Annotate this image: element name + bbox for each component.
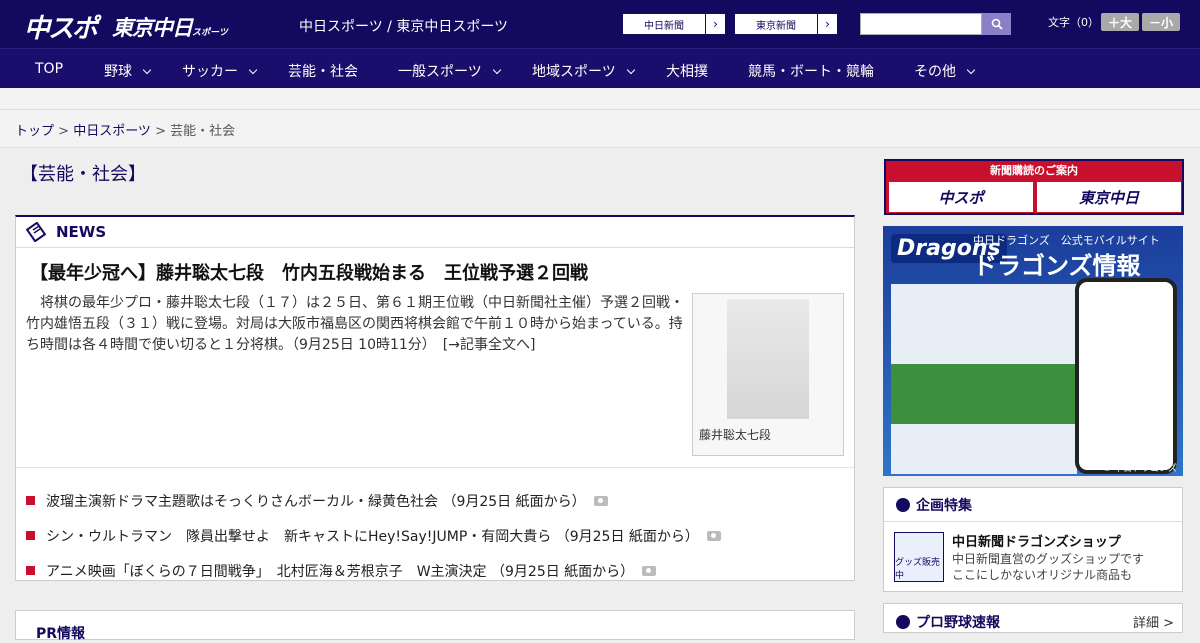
photo-caption: 藤井聡太七段 [699, 428, 772, 442]
nav-regional-sports[interactable]: 地域スポーツ [532, 61, 635, 81]
shop-desc-line1: 中日新聞直営のグッズショップです [952, 552, 1145, 566]
feature-header: 企画特集 [884, 488, 1182, 522]
font-size-label: 文字（0） [1048, 16, 1099, 29]
nav-sumo[interactable]: 大相撲 [666, 61, 708, 81]
news-list: 波瑠主演新ドラマ主題歌はそっくりさんボーカル・緑黄色社会 （9月25日 紙面から… [26, 483, 721, 588]
bullet-icon [26, 531, 35, 540]
dragons-title: ドラゴンズ情報 [973, 252, 1141, 280]
font-smaller-button[interactable]: －小 [1142, 13, 1180, 31]
search-form [860, 13, 1011, 35]
chevron-down-icon [492, 65, 501, 75]
dragons-copyright: © 中日ドラゴンズ [1102, 464, 1177, 474]
font-bigger-button[interactable]: ＋大 [1101, 13, 1139, 31]
news-headline[interactable]: 【最年少冠へ】藤井聡太七段 竹内五段戦始まる 王位戦予選２回戦 [30, 259, 588, 285]
news-box: NEWS 【最年少冠へ】藤井聡太七段 竹内五段戦始まる 王位戦予選２回戦 将棋の… [15, 215, 855, 581]
chunichi-button-label: 中日新聞 [644, 20, 684, 32]
nav-label: 競馬・ボート・競輪 [748, 64, 874, 80]
nav-label: その他 [914, 64, 956, 80]
pro-baseball-title: プロ野球速報 [916, 615, 1000, 631]
pro-baseball-more-link[interactable]: 詳細 > [1133, 612, 1174, 631]
top-header: 中スポ 東京中日スポーツ 中日スポーツ / 東京中日スポーツ 中日新聞 › 東京新… [0, 0, 1200, 48]
subscription-title: 新聞購読のご案内 [990, 164, 1078, 177]
nav-top[interactable]: TOP [35, 61, 63, 77]
site-name: 中日スポーツ / 東京中日スポーツ [299, 19, 509, 35]
chevron-right-icon: › [705, 14, 725, 34]
feature-box: 企画特集 グッズ販売中 中日新聞ドラゴンズショップ 中日新聞直営のグッズショップ… [883, 487, 1183, 592]
tokyo-logo-text: 東京中日 [112, 16, 193, 40]
subscribe-tokyo-button[interactable]: 東京中日 [1037, 182, 1181, 212]
breadcrumb: トップ > 中日スポーツ > 芸能・社会 [0, 110, 1200, 148]
list-item-text: アニメ映画「ぼくらの７日間戦争」 北村匠海＆芳根京子 W主演決定 （9月25日 … [46, 563, 635, 580]
phone-image [1075, 278, 1177, 474]
shop-desc-line2: ここにしかないオリジナル商品も [952, 568, 1133, 582]
goods-shop-icon[interactable]: グッズ販売中 [894, 532, 944, 582]
tokyo-chunichi-logo[interactable]: 東京中日スポーツ [112, 12, 228, 42]
tokyo-logo-small: スポーツ [192, 28, 228, 38]
news-icon [26, 222, 46, 242]
baseball-field-image [891, 364, 1077, 424]
nav-entertainment[interactable]: 芸能・社会 [288, 61, 358, 81]
nav-general-sports[interactable]: 一般スポーツ [398, 61, 501, 81]
nav-label: TOP [35, 61, 64, 77]
list-item-text: 波瑠主演新ドラマ主題歌はそっくりさんボーカル・緑黄色社会 （9月25日 紙面から… [46, 493, 586, 510]
bullet-icon [26, 496, 35, 505]
chevron-down-icon [966, 65, 976, 75]
subscription-banner[interactable]: 新聞購読のご案内 中スポ 東京中日 [884, 159, 1184, 215]
search-icon [991, 18, 1003, 30]
camera-icon [593, 495, 608, 506]
news-divider [16, 467, 854, 468]
feature-title: 企画特集 [916, 497, 972, 514]
nav-baseball[interactable]: 野球 [104, 61, 152, 81]
portrait-image [727, 299, 809, 419]
tokyo-button-label: 東京新聞 [756, 20, 796, 32]
chevron-down-icon [142, 65, 152, 75]
tokyo-shimbun-button[interactable]: 東京新聞 › [734, 13, 838, 35]
nav-soccer[interactable]: サッカー [182, 61, 258, 81]
shop-badge: グッズ販売中 [895, 558, 941, 581]
nav-label: 野球 [104, 64, 132, 80]
camera-icon [706, 530, 721, 541]
baseball-icon [896, 615, 910, 629]
chevron-down-icon [248, 65, 258, 75]
nav-keiba[interactable]: 競馬・ボート・競輪 [748, 61, 874, 81]
bullet-icon [26, 566, 35, 575]
pr-box: PR情報 [15, 610, 855, 642]
list-item-text: シン・ウルトラマン 隊員出撃せよ 新キャストにHey!Say!JUMP・有岡大貴… [46, 528, 699, 545]
chevron-down-icon [626, 65, 635, 75]
nav-label: 芸能・社会 [288, 64, 358, 80]
news-photo[interactable]: 藤井聡太七段 [692, 293, 844, 456]
breadcrumb-top[interactable]: トップ [15, 124, 54, 139]
nav-label: 大相撲 [666, 64, 708, 80]
list-item[interactable]: アニメ映画「ぼくらの７日間戦争」 北村匠海＆芳根京子 W主演決定 （9月25日 … [26, 553, 721, 588]
list-item[interactable]: シン・ウルトラマン 隊員出撃せよ 新キャストにHey!Say!JUMP・有岡大貴… [26, 518, 721, 553]
chunichi-shimbun-button[interactable]: 中日新聞 › [622, 13, 726, 35]
dragons-mobile-banner[interactable]: Dragons 中日ドラゴンズ 公式モバイルサイト ドラゴンズ情報 © 中日ドラ… [883, 226, 1183, 476]
shop-title[interactable]: 中日新聞ドラゴンズショップ [952, 531, 1121, 550]
pin-icon [896, 497, 910, 512]
search-button[interactable] [982, 13, 1011, 35]
news-header: NEWS [16, 217, 854, 248]
chevron-right-icon: › [817, 14, 837, 34]
subscribe-chuspo-button[interactable]: 中スポ [889, 182, 1033, 212]
main-nav: TOP 野球 サッカー 芸能・社会 一般スポーツ 地域スポーツ 大相撲 競馬・ボ… [0, 48, 1200, 88]
chuspo-logo[interactable]: 中スポ [24, 8, 98, 45]
news-body[interactable]: 将棋の最年少プロ・藤井聡太七段（１７）は２５日、第６１期王位戦（中日新聞社主催）… [26, 293, 686, 356]
nav-label: サッカー [182, 64, 238, 80]
nav-label: 地域スポーツ [532, 64, 616, 80]
breadcrumb-chuspo[interactable]: 中日スポーツ [73, 124, 151, 139]
nav-label: 一般スポーツ [398, 64, 482, 80]
breadcrumb-current: 芸能・社会 [170, 124, 236, 139]
camera-icon [642, 565, 657, 576]
list-item[interactable]: 波瑠主演新ドラマ主題歌はそっくりさんボーカル・緑黄色社会 （9月25日 紙面から… [26, 483, 721, 518]
pro-baseball-box: プロ野球速報 詳細 > [883, 603, 1183, 633]
nav-other[interactable]: その他 [914, 61, 976, 81]
spacer-stripe [0, 88, 1200, 110]
shop-description: 中日新聞直営のグッズショップです ここにしかないオリジナル商品も [952, 551, 1144, 583]
news-label: NEWS [56, 223, 107, 241]
search-input[interactable] [860, 13, 982, 35]
page-title: 【芸能・社会】 [20, 164, 146, 185]
